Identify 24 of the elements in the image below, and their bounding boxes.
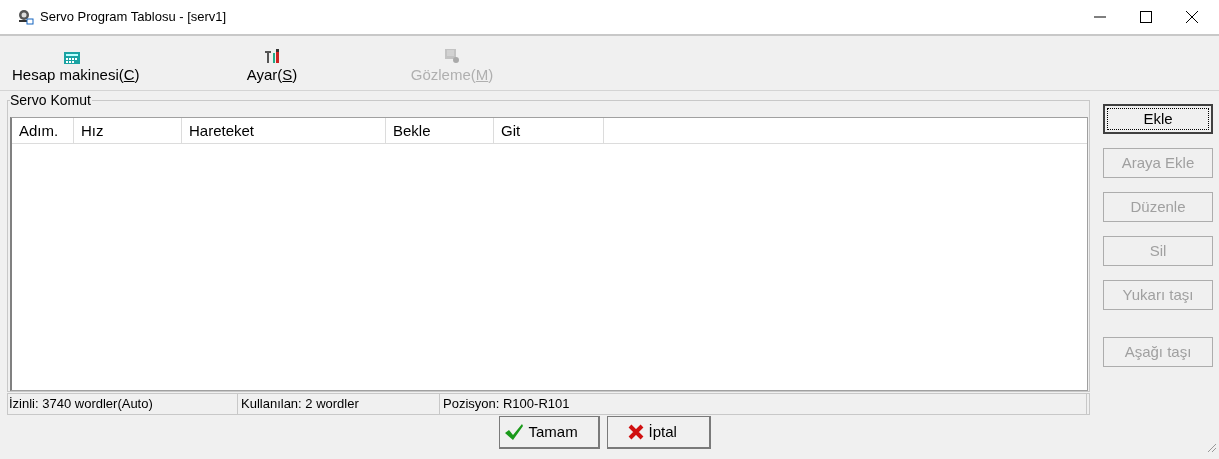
column-header[interactable]: Git bbox=[494, 118, 604, 143]
ok-button[interactable]: Tamam bbox=[498, 416, 600, 449]
resize-grip-icon[interactable] bbox=[1207, 443, 1217, 453]
column-header[interactable]: Adım. bbox=[12, 118, 74, 143]
tools-icon bbox=[264, 48, 280, 64]
app-icon bbox=[16, 9, 34, 25]
toolbar-button[interactable]: Hesap makinesi(C) bbox=[12, 38, 162, 90]
status-panel: Kullanılan: 2 wordler bbox=[240, 394, 440, 414]
minimize-icon bbox=[1094, 16, 1106, 18]
status-panel: İzinli: 3740 wordler(Auto) bbox=[8, 394, 238, 414]
toolbar-button[interactable]: Ayar(S) bbox=[202, 38, 342, 90]
side-button[interactable]: Ekle bbox=[1103, 104, 1213, 134]
column-header[interactable]: Hareteket bbox=[182, 118, 386, 143]
grid-magnifier-icon bbox=[444, 48, 460, 64]
status-panel: Pozisyon: R100-R101 bbox=[442, 394, 1087, 414]
window-title: Servo Program Tablosu - [serv1] bbox=[40, 8, 227, 27]
checkmark-icon bbox=[503, 423, 524, 441]
column-header[interactable]: Hız bbox=[74, 118, 182, 143]
maximize-icon bbox=[1140, 11, 1152, 23]
cross-icon bbox=[627, 424, 644, 440]
column-header[interactable]: Bekle bbox=[386, 118, 494, 143]
cancel-button[interactable]: İptal bbox=[606, 416, 711, 449]
close-icon bbox=[1186, 11, 1198, 23]
calculator-icon bbox=[64, 52, 80, 64]
